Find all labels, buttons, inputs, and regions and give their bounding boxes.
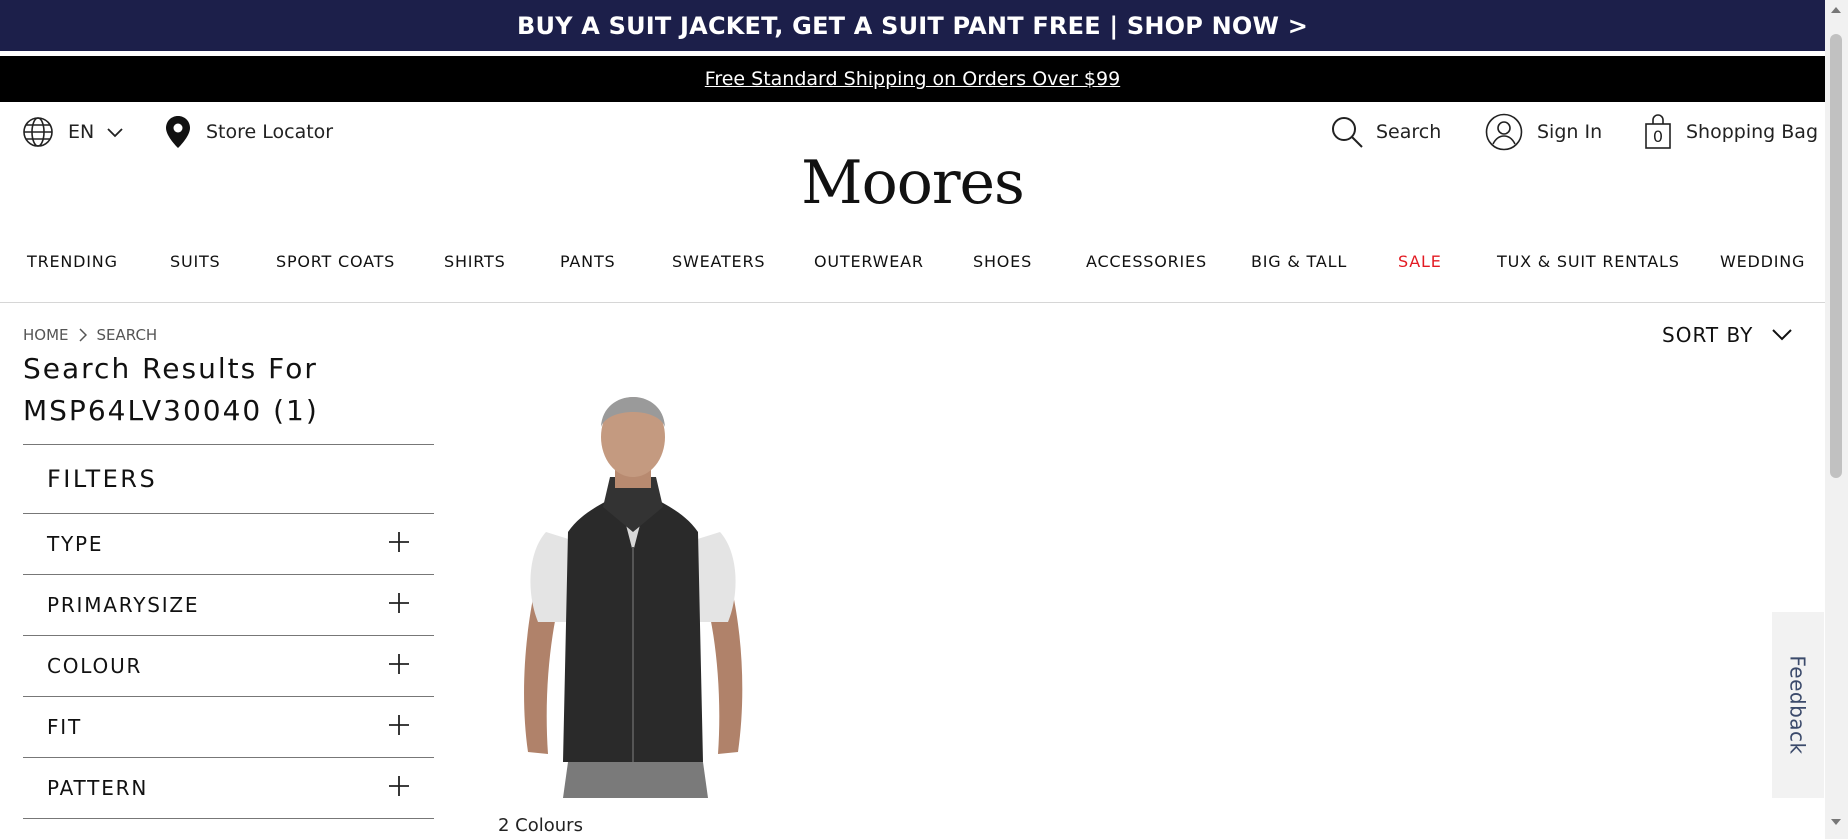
nav-divider <box>0 302 1825 303</box>
scroll-down-arrow-icon[interactable] <box>1830 818 1842 826</box>
filter-colour[interactable]: COLOUR <box>23 636 434 697</box>
search-icon <box>1330 115 1364 149</box>
feedback-tab[interactable]: Feedback <box>1772 612 1824 798</box>
language-selector[interactable]: EN <box>22 116 124 148</box>
page-title-line2: MSP64LV30040 (1) <box>23 394 319 427</box>
chevron-down-icon <box>106 126 124 138</box>
nav-item-big-tall[interactable]: BIG & TALL <box>1251 252 1347 271</box>
filter-label: COLOUR <box>47 654 143 678</box>
store-locator-link[interactable]: Store Locator <box>164 115 333 149</box>
user-icon <box>1485 113 1523 151</box>
product-image[interactable] <box>498 382 768 798</box>
nav-item-trending[interactable]: TRENDING <box>27 252 118 271</box>
breadcrumb-current: SEARCH <box>96 326 158 344</box>
globe-icon <box>22 116 54 148</box>
chevron-right-icon <box>78 328 87 342</box>
product-card[interactable] <box>498 382 768 798</box>
filter-label: PATTERN <box>47 776 149 800</box>
nav-item-tux-suit-rentals[interactable]: TUX & SUIT RENTALS <box>1497 252 1680 271</box>
nav-item-shoes[interactable]: SHOES <box>973 252 1032 271</box>
filter-primarysize[interactable]: PRIMARYSIZE <box>23 575 434 636</box>
brand-logo[interactable]: Moores <box>0 148 1825 218</box>
filters-heading-label: FILTERS <box>47 465 158 493</box>
plus-icon <box>388 531 410 558</box>
sort-by-label: SORT BY <box>1662 323 1754 347</box>
product-colour-label: 2 Colours <box>498 815 583 836</box>
promo-text[interactable]: BUY A SUIT JACKET, GET A SUIT PANT FREE … <box>517 12 1308 40</box>
store-locator-label: Store Locator <box>206 121 334 143</box>
shopping-bag-icon: 0 <box>1644 114 1672 150</box>
search-label: Search <box>1376 121 1442 143</box>
page-title-line1: Search Results For <box>23 352 318 385</box>
plus-icon <box>388 592 410 619</box>
feedback-label: Feedback <box>1786 655 1810 755</box>
chevron-down-icon <box>1771 323 1793 347</box>
breadcrumb-home[interactable]: HOME <box>23 326 69 344</box>
sign-in-link[interactable]: Sign In <box>1485 113 1602 151</box>
nav-item-sport-coats[interactable]: SPORT COATS <box>276 252 395 271</box>
plus-icon <box>388 653 410 680</box>
bag-count: 0 <box>1652 127 1664 146</box>
nav-item-suits[interactable]: SUITS <box>170 252 221 271</box>
nav-item-wedding[interactable]: WEDDING <box>1720 252 1805 271</box>
nav-item-outerwear[interactable]: OUTERWEAR <box>814 252 924 271</box>
sort-by-dropdown[interactable]: SORT BY <box>1662 323 1793 347</box>
plus-icon <box>388 775 410 802</box>
filter-pattern[interactable]: PATTERN <box>23 758 434 819</box>
nav-item-sale[interactable]: SALE <box>1398 252 1442 271</box>
breadcrumb: HOME SEARCH <box>23 326 157 344</box>
filter-fit[interactable]: FIT <box>23 697 434 758</box>
scrollbar-thumb[interactable] <box>1830 34 1842 478</box>
sign-in-label: Sign In <box>1537 121 1603 143</box>
shipping-link[interactable]: Free Standard Shipping on Orders Over $9… <box>705 68 1120 90</box>
plus-icon <box>388 714 410 741</box>
page-scrollbar[interactable] <box>1825 0 1848 839</box>
filter-label: TYPE <box>47 532 104 556</box>
product-colour-count[interactable]: 2 Colours <box>498 815 583 836</box>
nav-item-shirts[interactable]: SHIRTS <box>444 252 506 271</box>
filters-heading: FILTERS <box>23 444 434 514</box>
nav-item-accessories[interactable]: ACCESSORIES <box>1086 252 1207 271</box>
search-button[interactable]: Search <box>1330 115 1441 149</box>
main-nav: TRENDING SUITS SPORT COATS SHIRTS PANTS … <box>0 248 1825 284</box>
nav-item-sweaters[interactable]: SWEATERS <box>672 252 765 271</box>
nav-item-pants[interactable]: PANTS <box>560 252 615 271</box>
page-title: Search Results For MSP64LV30040 (1) <box>23 348 383 432</box>
promo-banner[interactable]: BUY A SUIT JACKET, GET A SUIT PANT FREE … <box>0 0 1825 51</box>
location-pin-icon <box>164 115 192 149</box>
language-label: EN <box>68 121 95 143</box>
filter-label: PRIMARYSIZE <box>47 593 200 617</box>
shopping-bag-link[interactable]: 0 Shopping Bag <box>1644 114 1818 150</box>
filters-panel: FILTERS TYPE PRIMARYSIZE COLOUR FIT PATT… <box>23 444 434 819</box>
filter-type[interactable]: TYPE <box>23 514 434 575</box>
filter-label: FIT <box>47 715 83 739</box>
shopping-bag-label: Shopping Bag <box>1686 121 1819 143</box>
brand-logo-text: Moores <box>801 148 1025 218</box>
shipping-banner: Free Standard Shipping on Orders Over $9… <box>0 56 1825 102</box>
scroll-up-arrow-icon[interactable] <box>1830 6 1842 14</box>
